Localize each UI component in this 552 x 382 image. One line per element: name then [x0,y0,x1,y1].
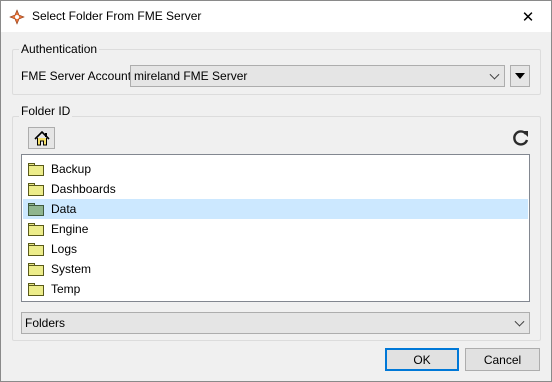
authentication-group-title: Authentication [19,42,100,56]
fme-server-account-select[interactable]: mireland FME Server [130,65,505,87]
ok-button-label: OK [413,352,431,367]
list-item-backup[interactable]: Backup [23,159,528,179]
triangle-down-icon [515,73,525,79]
list-item-dashboards[interactable]: Dashboards [23,179,528,199]
list-item-temp[interactable]: Temp [23,279,528,299]
chevron-down-icon [514,316,525,327]
home-icon [33,130,50,145]
folder-icon [28,222,44,236]
home-button[interactable] [28,127,55,149]
dialog-title: Select Folder From FME Server [32,9,202,23]
close-button[interactable]: ✕ [505,1,551,32]
list-item-label: Dashboards [51,182,116,196]
list-item-label: Logs [51,242,78,256]
list-item-system[interactable]: System [23,259,528,279]
list-item-data[interactable]: Data [23,199,528,219]
list-item-label: Engine [51,222,89,236]
list-item-label: Data [51,202,77,216]
list-item-label: Backup [51,162,92,176]
folder-icon [28,242,44,256]
list-item-logs[interactable]: Logs [23,239,528,259]
title-bar: Select Folder From FME Server ✕ [1,1,551,32]
refresh-icon [513,130,529,146]
fme-server-account-label: FME Server Account: [21,69,135,83]
folder-id-group-title: Folder ID [19,104,73,118]
list-item-label: Temp [51,282,81,296]
account-menu-button[interactable] [510,65,530,87]
refresh-button[interactable] [511,128,531,148]
list-item-label: System [51,262,92,276]
fme-workbench-icon [9,9,25,25]
folder-icon [28,282,44,296]
folder-icon [28,182,44,196]
folder-icon [28,262,44,276]
cancel-button[interactable]: Cancel [465,348,540,371]
chevron-down-icon [489,69,500,80]
ok-button[interactable]: OK [385,348,459,371]
folder-filter-value: Folders [25,316,66,330]
list-item-engine[interactable]: Engine [23,219,528,239]
folder-icon [28,202,44,216]
cancel-button-label: Cancel [483,352,522,367]
fme-server-account-value: mireland FME Server [134,69,248,83]
folder-filter-select[interactable]: Folders [21,312,530,334]
folder-icon [28,162,44,176]
select-folder-dialog: Select Folder From FME Server ✕ Authenti… [0,0,552,382]
close-icon: ✕ [521,8,535,26]
folder-list[interactable]: Backup Dashboards Data Engine Logs Syste… [21,154,530,302]
